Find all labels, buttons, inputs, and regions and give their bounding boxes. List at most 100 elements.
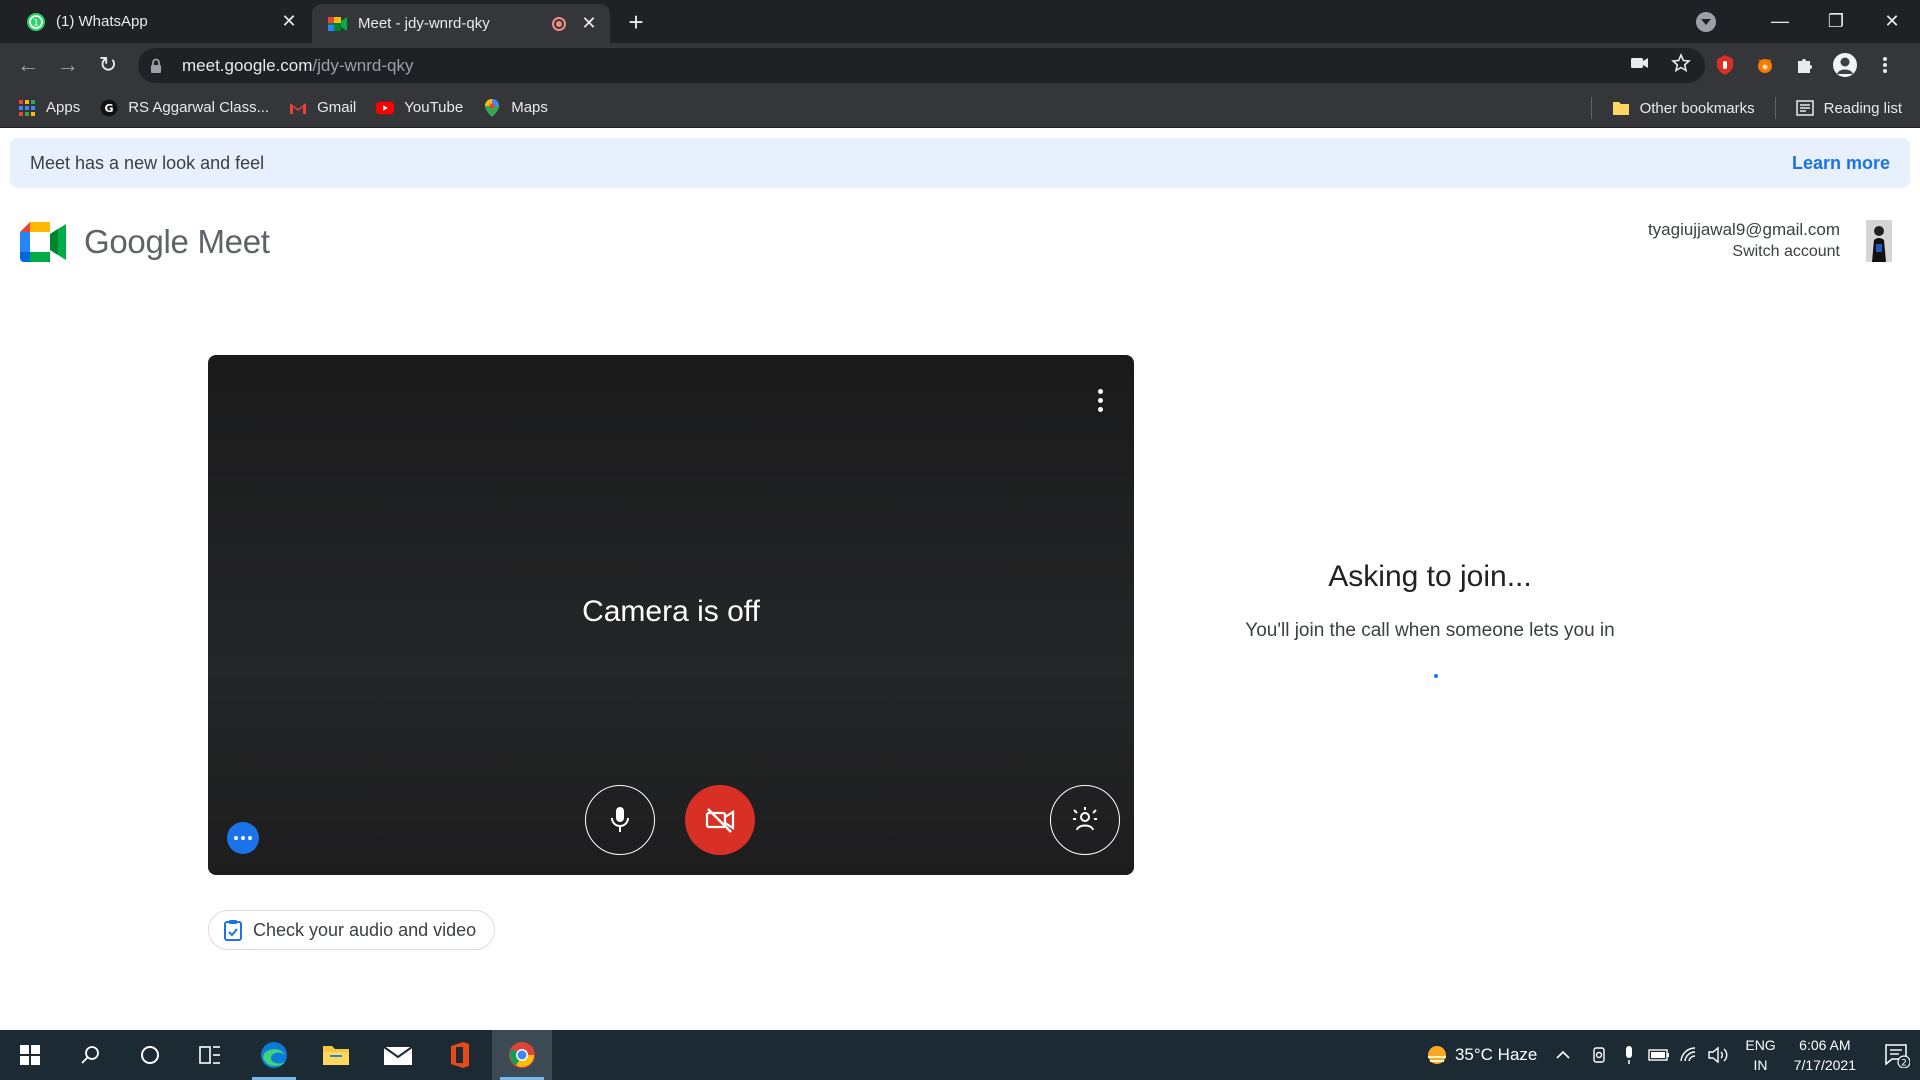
profile-avatar-icon[interactable] — [1832, 52, 1858, 78]
windows-taskbar: 35°C Haze ENG IN 6:06 AM 7/17/2021 2 — [0, 1030, 1920, 1080]
close-tab-icon[interactable]: ✕ — [278, 11, 300, 33]
forward-button[interactable]: → — [52, 49, 84, 81]
camera-off-label: Camera is off — [582, 595, 760, 628]
volume-icon[interactable] — [1707, 1043, 1731, 1067]
tab-meet[interactable]: Meet - jdy-wnrd-qky ✕ — [312, 4, 610, 43]
account-info: tyagiujjawal9@gmail.com Switch account — [1648, 220, 1840, 261]
tab-whatsapp[interactable]: 1 (1) WhatsApp ✕ — [10, 0, 310, 43]
bookmark-label: Other bookmarks — [1639, 99, 1755, 117]
folder-icon — [1612, 99, 1630, 117]
g-letter-icon: G — [100, 99, 118, 117]
video-preview: Camera is off — [208, 355, 1134, 875]
maps-pin-icon — [483, 98, 501, 117]
task-view-icon[interactable] — [180, 1030, 240, 1080]
browser-toolbar: ← → ↻ meet.google.com/jdy-wnrd-qky — [0, 43, 1920, 88]
user-avatar[interactable] — [1866, 220, 1892, 262]
svg-text:1: 1 — [33, 18, 39, 28]
edge-browser-icon[interactable] — [244, 1030, 304, 1080]
bookmark-rs-aggarwal[interactable]: G RS Aggarwal Class... — [90, 94, 279, 122]
windows-start-icon[interactable] — [0, 1030, 60, 1080]
reload-button[interactable]: ↻ — [92, 49, 124, 81]
bookmark-label: Maps — [511, 99, 548, 116]
device-icon[interactable] — [1587, 1043, 1611, 1067]
bookmarks-bar: Apps G RS Aggarwal Class... Gmail YouTub… — [0, 88, 1920, 128]
microphone-toggle-button[interactable] — [585, 785, 655, 855]
cortana-icon[interactable] — [120, 1030, 180, 1080]
clock-date: 7/17/2021 — [1793, 1057, 1856, 1073]
bookmarks-divider — [1774, 97, 1776, 119]
extensions-area — [1712, 49, 1898, 81]
back-button[interactable]: ← — [12, 49, 44, 81]
recording-indicator-icon — [552, 16, 566, 31]
new-look-banner: Meet has a new look and feel Learn more — [10, 138, 1910, 188]
system-clock[interactable]: 6:06 AM 7/17/2021 — [1794, 1035, 1856, 1075]
chrome-menu-icon[interactable] — [1872, 52, 1898, 78]
learn-more-link[interactable]: Learn more — [1792, 153, 1890, 174]
bookmark-other-bookmarks[interactable]: Other bookmarks — [1602, 94, 1765, 122]
chrome-taskbar-icon[interactable] — [492, 1030, 552, 1080]
mail-icon[interactable] — [368, 1030, 428, 1080]
window-controls: — ❐ ✕ — [1696, 0, 1920, 43]
lock-icon[interactable] — [150, 58, 166, 74]
more-actions-button[interactable] — [227, 822, 259, 854]
bookmark-youtube[interactable]: YouTube — [366, 94, 473, 122]
apps-grid-icon — [18, 99, 36, 117]
wifi-icon[interactable] — [1677, 1043, 1701, 1067]
weather-haze-icon — [1425, 1043, 1449, 1067]
bookmarks-divider — [1590, 97, 1592, 119]
camera-toggle-button[interactable] — [685, 785, 755, 855]
bookmark-star-icon[interactable] — [1671, 52, 1691, 78]
fox-extension-icon[interactable] — [1752, 52, 1778, 78]
browser-tab-strip: 1 (1) WhatsApp ✕ Meet - jdy-wnrd-qky ✕ +… — [0, 0, 1920, 43]
visual-effects-icon — [1073, 807, 1097, 831]
file-explorer-icon[interactable] — [306, 1030, 366, 1080]
visual-effects-button[interactable] — [1050, 785, 1120, 855]
check-audio-video-button[interactable]: Check your audio and video — [208, 910, 496, 950]
banner-message: Meet has a new look and feel — [30, 152, 265, 173]
bookmarks-right: Other bookmarks Reading list — [1581, 88, 1912, 128]
bookmark-label: YouTube — [404, 99, 464, 116]
clock-time: 6:06 AM — [1799, 1037, 1851, 1053]
tab-search-icon[interactable] — [1696, 11, 1716, 32]
whatsapp-icon: 1 — [26, 12, 46, 32]
account-email: tyagiujjawal9@gmail.com — [1647, 220, 1840, 239]
office-icon[interactable] — [430, 1030, 490, 1080]
microphone-icon — [611, 807, 629, 832]
battery-icon[interactable] — [1647, 1043, 1671, 1067]
language-code: ENG — [1745, 1037, 1776, 1053]
search-icon[interactable] — [60, 1030, 120, 1080]
bookmark-label: RS Aggarwal Class... — [128, 99, 270, 116]
close-tab-icon[interactable]: ✕ — [578, 13, 600, 35]
restore-button[interactable]: ❐ — [1808, 0, 1864, 43]
switch-account-link[interactable]: Switch account — [1648, 243, 1840, 261]
bookmark-reading-list[interactable]: Reading list — [1786, 94, 1912, 122]
minimize-button[interactable]: — — [1752, 0, 1808, 43]
weather-text: 35°C Haze — [1454, 1045, 1538, 1064]
weather-widget[interactable]: 35°C Haze — [1425, 1043, 1537, 1067]
address-bar[interactable]: meet.google.com/jdy-wnrd-qky — [138, 48, 1705, 83]
google-meet-icon — [328, 14, 348, 34]
google-meet-logo[interactable]: Google Meet — [20, 222, 270, 262]
microphone-tray-icon[interactable] — [1617, 1043, 1641, 1067]
stop-hand-extension-icon[interactable] — [1712, 52, 1738, 78]
svg-text:G: G — [105, 102, 114, 115]
region-code: IN — [1753, 1057, 1768, 1073]
asking-to-join-heading: Asking to join... — [1328, 560, 1532, 593]
show-hidden-icons-chevron-icon[interactable] — [1551, 1043, 1575, 1067]
tab-title: (1) WhatsApp — [56, 13, 148, 30]
url-host: meet.google.com — [182, 55, 313, 75]
close-window-button[interactable]: ✕ — [1864, 0, 1920, 43]
check-audio-video-label: Check your audio and video — [253, 919, 477, 940]
camera-in-use-icon[interactable] — [1631, 56, 1649, 75]
bookmark-apps[interactable]: Apps — [8, 94, 90, 122]
url-text: meet.google.com/jdy-wnrd-qky — [182, 56, 414, 76]
more-options-icon[interactable] — [1088, 385, 1112, 415]
product-name: Google Meet — [84, 223, 270, 260]
notification-center-icon[interactable]: 2 — [1874, 1030, 1920, 1080]
input-language[interactable]: ENG IN — [1745, 1035, 1775, 1075]
bookmark-gmail[interactable]: Gmail — [279, 94, 366, 122]
bookmark-maps[interactable]: Maps — [473, 94, 558, 122]
new-tab-button[interactable]: + — [622, 7, 650, 37]
bookmark-label: Reading list — [1823, 99, 1902, 117]
puzzle-extensions-icon[interactable] — [1792, 52, 1818, 78]
